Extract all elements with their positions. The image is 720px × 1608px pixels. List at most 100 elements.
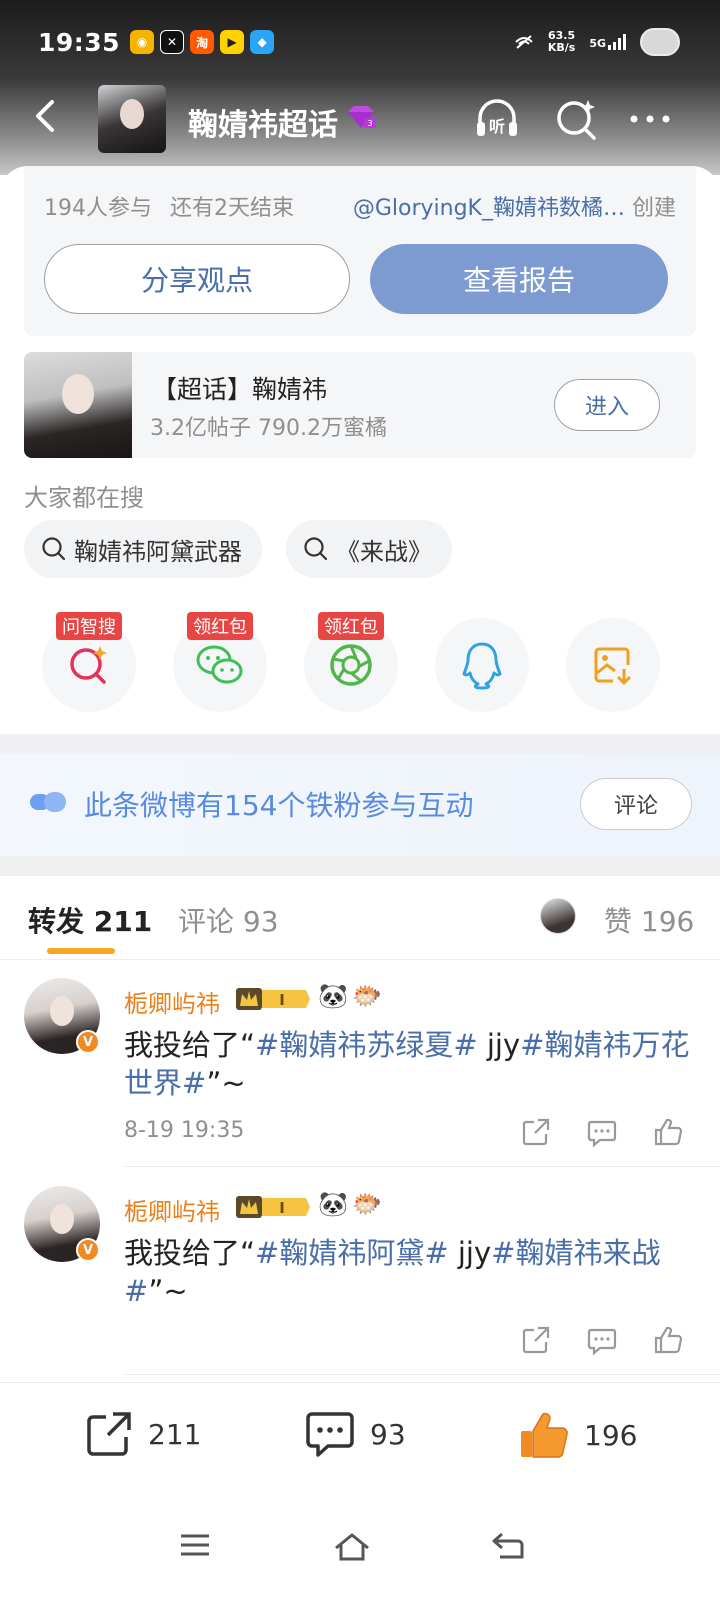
menu-icon[interactable] [178, 1530, 212, 1560]
poll-meta: 194人参与 还有2天结束 [44, 190, 312, 222]
nfc-icon [515, 35, 533, 49]
hashtag-link[interactable]: #鞠婧祎苏绿夏# [255, 1028, 478, 1062]
like-count: 196 [584, 1418, 638, 1452]
comment-icon[interactable] [586, 1324, 618, 1356]
panda-icon: 🐼 [318, 982, 348, 1010]
like-button[interactable]: 196 [518, 1409, 637, 1461]
repost-item[interactable]: V 栀卿屿祎 I 🐼 🐡 我投给了“#鞠婧祎阿黛# jjy#鞠婧祎来战#”~ [0, 1186, 720, 1386]
svg-text:3: 3 [367, 119, 372, 128]
taobao-notif-icon: 淘 [190, 30, 215, 54]
back-arrow-icon[interactable] [26, 96, 66, 136]
text-part: ”~ [206, 1066, 246, 1100]
creator-link[interactable]: @GloryingK_鞠婧祎数橘… [353, 196, 625, 221]
repost-icon[interactable] [520, 1324, 552, 1356]
post-actions [520, 1116, 684, 1148]
tab-like[interactable]: 赞 196 [604, 900, 694, 940]
section-divider [0, 856, 720, 876]
tab-repost[interactable]: 转发 211 [28, 900, 152, 940]
supertopic-name: 【超话】鞠婧祎 [152, 375, 328, 404]
repost-item[interactable]: V 栀卿屿祎 I 🐼 🐡 我投给了“#鞠婧祎苏绿夏# jjy#鞠婧祎万花世界#”… [0, 978, 720, 1178]
svg-text:I: I [279, 991, 285, 1009]
share-badge: 问智搜 [56, 612, 122, 640]
diamond-badge-icon: 3 [348, 106, 376, 128]
like-icon[interactable] [652, 1324, 684, 1356]
view-report-button[interactable]: 查看报告 [370, 244, 668, 314]
search-chip[interactable]: 鞠婧祎阿黛武器 [24, 520, 262, 578]
network-speed: 63.5 KB/s [548, 30, 575, 54]
post-actions [520, 1324, 684, 1356]
verified-badge-icon: V [76, 1030, 100, 1054]
like-icon[interactable] [652, 1116, 684, 1148]
repost-icon[interactable] [520, 1116, 552, 1148]
battery-icon [640, 28, 680, 56]
comment-count: 93 [370, 1417, 406, 1451]
enter-button[interactable]: 进入 [554, 379, 660, 431]
text-part: 我投给了“ [124, 1236, 256, 1270]
share-wechat[interactable]: 领红包 [173, 612, 267, 712]
signal-icon: 5G [589, 34, 626, 50]
share-moments[interactable]: 领红包 [304, 612, 398, 712]
comment-button[interactable]: 93 [304, 1409, 406, 1459]
search-chip-label: 《来战》 [336, 537, 432, 566]
post-text: 我投给了“#鞠婧祎阿黛# jjy#鞠婧祎来战#”~ [124, 1234, 700, 1310]
post-text: 我投给了“#鞠婧祎苏绿夏# jjy#鞠婧祎万花世界#”~ [124, 1026, 700, 1102]
search-icon[interactable] [552, 94, 602, 144]
interaction-tabs: 转发 211 评论 93 赞 196 [0, 876, 720, 960]
poll-creator: @GloryingK_鞠婧祎数橘… 创建 [353, 190, 676, 222]
hashtag-link[interactable]: #鞠婧祎阿黛# [255, 1236, 449, 1270]
header-area: 19:35 ◉ ✕ 淘 ▶ ◆ 63.5 KB/s 5G 鞠婧祎超话 3 听 [0, 0, 720, 175]
bottom-action-bar: 211 93 196 [0, 1382, 720, 1492]
fish-icon: 🐡 [352, 982, 382, 1010]
listen-icon[interactable]: 听 [472, 94, 522, 144]
more-icon[interactable] [626, 94, 676, 144]
fan-icon [30, 792, 66, 812]
capcut-notif-icon: ✕ [160, 30, 185, 54]
fan-level-badge-icon: I [236, 1196, 310, 1218]
share-qq[interactable] [435, 618, 529, 712]
supertopic-avatar[interactable] [98, 85, 166, 153]
share-badge: 领红包 [318, 612, 384, 640]
liker-avatar[interactable] [540, 898, 576, 934]
svg-text:I: I [279, 1199, 285, 1217]
ai-search-icon [70, 646, 107, 684]
notification-icons: ◉ ✕ 淘 ▶ ◆ [130, 30, 275, 54]
share-save-image[interactable] [566, 618, 660, 712]
text-part: jjy [448, 1236, 492, 1270]
username[interactable]: 栀卿屿祎 [124, 984, 220, 1019]
fan-comment-button[interactable]: 评论 [580, 778, 692, 830]
status-bar: 19:35 ◉ ✕ 淘 ▶ ◆ 63.5 KB/s 5G [38, 22, 680, 62]
share-row: 问智搜 领红包 领红包 [0, 612, 720, 718]
home-icon[interactable] [332, 1530, 372, 1564]
tab-comment[interactable]: 评论 93 [178, 900, 279, 940]
repost-button[interactable]: 211 [84, 1409, 201, 1459]
system-nav-bar [0, 1492, 720, 1608]
share-ai-search[interactable]: 问智搜 [42, 612, 136, 712]
poll-participants: 194人参与 [44, 196, 152, 221]
username[interactable]: 栀卿屿祎 [124, 1192, 220, 1227]
save-image-icon [594, 647, 632, 686]
post-time: 8-19 19:35 [124, 1118, 245, 1143]
repost-count: 211 [148, 1417, 202, 1451]
page-title[interactable]: 鞠婧祎超话 [188, 100, 338, 144]
post-divider [124, 1166, 720, 1167]
search-icon [42, 537, 66, 561]
comment-icon [306, 1412, 354, 1457]
comment-icon[interactable] [586, 1116, 618, 1148]
status-time: 19:35 [38, 27, 121, 57]
created-label: 创建 [631, 196, 676, 221]
like-filled-icon [521, 1412, 568, 1458]
network-type: 5G [589, 37, 606, 50]
share-badge: 领红包 [187, 612, 253, 640]
weibo-notif-icon: ◉ [130, 30, 155, 54]
search-chip[interactable]: 《来战》 [286, 520, 452, 578]
back-nav-icon[interactable] [490, 1530, 526, 1562]
text-part: 我投给了“ [124, 1028, 256, 1062]
wechat-icon [196, 645, 243, 684]
top-nav: 鞠婧祎超话 3 听 [0, 82, 720, 153]
supertopic-card[interactable]: 【超话】鞠婧祎 3.2亿帖子 790.2万蜜橘 进入 [24, 352, 696, 458]
share-opinion-button[interactable]: 分享观点 [44, 244, 350, 314]
search-chip-label: 鞠婧祎阿黛武器 [74, 537, 242, 566]
qq-icon [462, 642, 502, 690]
section-divider [0, 734, 720, 754]
text-part: jjy [477, 1028, 521, 1062]
